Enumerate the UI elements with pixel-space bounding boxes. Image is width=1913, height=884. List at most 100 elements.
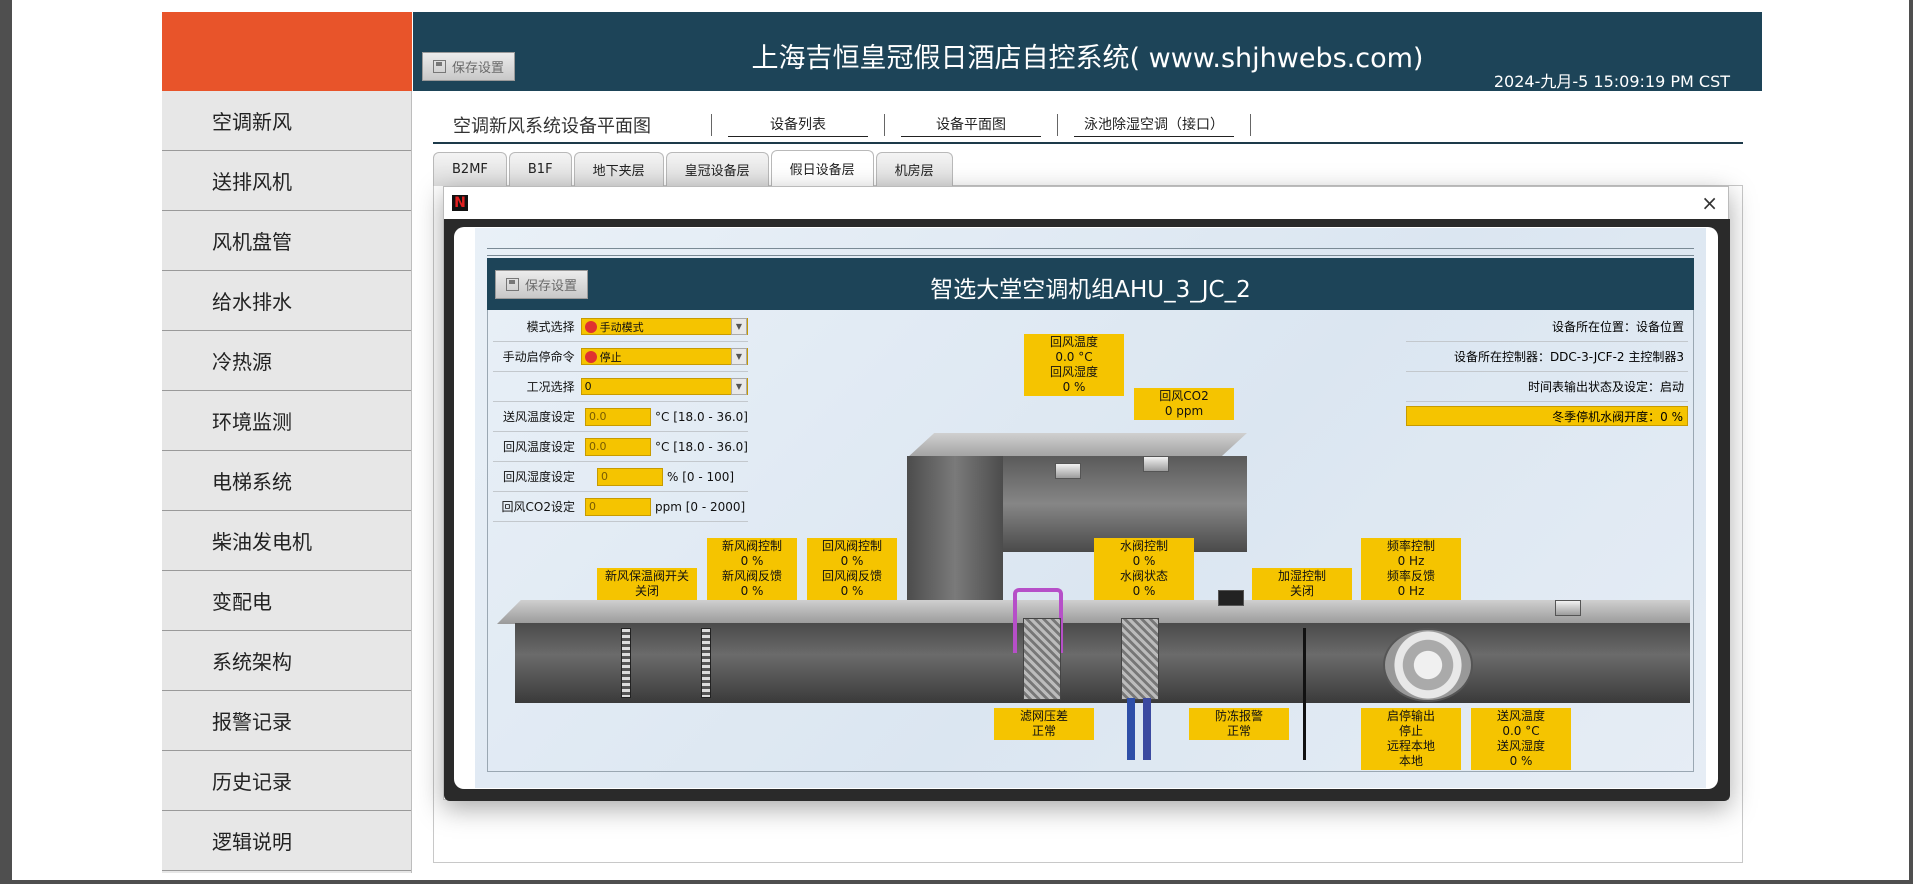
humidifier-tag: 加湿控制 关闭 xyxy=(1252,568,1352,600)
nav-separator xyxy=(1250,114,1251,136)
supply-hum-tag-value: 0 % xyxy=(1509,754,1533,768)
fresh-fb-tag-value: 0 % xyxy=(740,584,764,598)
supply-temp-tag-value: 0.0 °C xyxy=(1502,724,1540,738)
supply-temp-row: 送风温度设定 0.0 °C [18.0 - 36.0] xyxy=(493,402,748,432)
sidebar-item-cold-heat-source[interactable]: 冷热源 xyxy=(162,331,411,391)
sidebar-item-hvac[interactable]: 空调新风 xyxy=(162,91,411,151)
window-left-border xyxy=(0,0,12,884)
freq-ctrl-tag-label: 频率控制 xyxy=(1386,539,1435,553)
chevron-down-icon[interactable]: ▼ xyxy=(731,378,747,395)
floor-tabs: B2MF B1F 地下夹层 皇冠设备层 假日设备层 机房层 xyxy=(433,150,953,186)
tab-holiday-equipment-floor[interactable]: 假日设备层 xyxy=(770,150,874,186)
water-pipe-icon xyxy=(1143,698,1151,760)
filter-coil-icon xyxy=(1023,618,1061,700)
return-temp-row: 回风温度设定 0.0 °C [18.0 - 36.0] xyxy=(493,432,748,462)
return-co2-input[interactable]: 0 xyxy=(585,497,651,516)
sidebar-item-fan-coil[interactable]: 风机盘管 xyxy=(162,211,411,271)
return-hum-unit: % [0 - 100] xyxy=(667,469,735,484)
fresh-insul-tag-value: 关闭 xyxy=(634,584,659,598)
freq-fb-tag-value: 0 Hz xyxy=(1397,584,1425,598)
return-temp-unit: °C [18.0 - 36.0] xyxy=(655,439,748,454)
return-temp-tag-label: 回风温度 xyxy=(1049,335,1098,349)
main-duct-top xyxy=(497,600,1690,624)
nav-link-floor-plan[interactable]: 设备平面图 xyxy=(901,114,1041,137)
supply-air-tag: 送风温度 0.0 °C 送风湿度 0 % xyxy=(1471,708,1571,770)
return-temp-input[interactable]: 0.0 xyxy=(585,437,651,456)
ret-fb-tag-label: 回风阀反馈 xyxy=(821,569,882,583)
freeze-sensor-icon xyxy=(1218,590,1244,606)
dialog-titlebar: N × xyxy=(444,187,1728,219)
status-red-icon xyxy=(584,320,597,333)
ahu-header: 保存设置 智选大堂空调机组AHU_3_JC_2 xyxy=(487,258,1694,310)
condition-row: 工况选择 0 ▼ xyxy=(493,372,748,402)
condition-label: 工况选择 xyxy=(526,380,575,394)
return-co2-tag: 回风CO2 0 ppm xyxy=(1134,388,1234,420)
nav-link-device-list[interactable]: 设备列表 xyxy=(728,114,868,137)
supply-temp-sensor-icon xyxy=(1555,600,1581,616)
ret-ctrl-tag-label: 回风阀控制 xyxy=(821,539,882,553)
niagara-logo-icon: N xyxy=(452,195,468,211)
start-out-tag-label: 启停输出 xyxy=(1386,709,1435,723)
co2-sensor-icon xyxy=(1143,456,1169,472)
manual-cmd-dropdown[interactable]: 停止 ▼ xyxy=(580,348,748,365)
return-hum-input[interactable]: 0 xyxy=(597,467,663,486)
manual-cmd-row: 手动启停命令 停止 ▼ xyxy=(493,342,748,372)
sub-navigation: 空调新风系统设备平面图 设备列表 设备平面图 泳池除湿空调（接口） xyxy=(433,108,1743,144)
sidebar-item-logic[interactable]: 逻辑说明 xyxy=(162,811,411,871)
chevron-down-icon[interactable]: ▼ xyxy=(731,348,747,365)
remote-local-tag-label: 远程本地 xyxy=(1386,739,1435,753)
return-damper-tag: 回风阀控制 0 % 回风阀反馈 0 % xyxy=(807,538,897,600)
nav-link-pool-dehumidifier[interactable]: 泳池除湿空调（接口） xyxy=(1074,114,1234,137)
humidifier-pipe-icon xyxy=(1303,628,1306,760)
fresh-insul-tag: 新风保温阀开关 关闭 xyxy=(597,568,697,600)
mode-select-label: 模式选择 xyxy=(526,320,575,334)
freeze-tag-value: 正常 xyxy=(1226,724,1251,738)
water-state-tag-value: 0 % xyxy=(1132,584,1156,598)
dialog-frame: 保存设置 智选大堂空调机组AHU_3_JC_2 模式选择 手动模式 ▼ 手动启停… xyxy=(444,219,1730,801)
device-controller: 设备所在控制器：DDC-3-JCF-2 主控制器3 xyxy=(1406,342,1688,372)
mode-select-dropdown[interactable]: 手动模式 ▼ xyxy=(580,318,748,335)
humid-ctrl-tag-label: 加湿控制 xyxy=(1277,569,1326,583)
fresh-ctrl-tag-label: 新风阀控制 xyxy=(721,539,782,553)
ret-ctrl-tag-value: 0 % xyxy=(840,554,864,568)
manual-cmd-label: 手动启停命令 xyxy=(502,350,575,364)
tab-basement-mezzanine[interactable]: 地下夹层 xyxy=(573,152,664,186)
duct-riser-top xyxy=(907,433,1247,458)
tab-b1f[interactable]: B1F xyxy=(508,152,572,186)
mode-select-row: 模式选择 手动模式 ▼ xyxy=(493,312,748,342)
return-temp-tag: 回风温度 0.0 °C 回风湿度 0 % xyxy=(1024,334,1124,396)
frequency-tag: 频率控制 0 Hz 频率反馈 0 Hz xyxy=(1361,538,1461,600)
sidebar-item-architecture[interactable]: 系统架构 xyxy=(162,631,411,691)
return-air-damper-icon xyxy=(701,628,711,698)
tab-machine-room-floor[interactable]: 机房层 xyxy=(875,152,953,186)
sidebar-item-power-distribution[interactable]: 变配电 xyxy=(162,571,411,631)
sidebar-item-alarm-log[interactable]: 报警记录 xyxy=(162,691,411,751)
chevron-down-icon[interactable]: ▼ xyxy=(731,318,747,335)
remote-local-tag-value: 本地 xyxy=(1398,754,1423,768)
sidebar-item-diesel-generator[interactable]: 柴油发电机 xyxy=(162,511,411,571)
filter-dp-tag-value: 正常 xyxy=(1031,724,1056,738)
winter-valve-opening: 冬季停机水阀开度：0 % xyxy=(1406,406,1688,426)
sidebar-item-history[interactable]: 历史记录 xyxy=(162,751,411,811)
window-right-border xyxy=(1909,0,1913,884)
sidebar-item-water[interactable]: 给水排水 xyxy=(162,271,411,331)
supply-temp-tag-label: 送风温度 xyxy=(1496,709,1545,723)
condition-dropdown[interactable]: 0 ▼ xyxy=(580,378,748,395)
sidebar-item-environment[interactable]: 环境监测 xyxy=(162,391,411,451)
device-location: 设备所在位置：设备位置 xyxy=(1406,312,1688,342)
tab-crown-equipment-floor[interactable]: 皇冠设备层 xyxy=(665,152,769,186)
return-hum-tag-value: 0 % xyxy=(1062,380,1086,394)
close-icon[interactable]: × xyxy=(1701,191,1718,215)
manual-cmd-value: 停止 xyxy=(599,350,622,364)
supply-temp-input[interactable]: 0.0 xyxy=(585,407,651,426)
tab-b2mf[interactable]: B2MF xyxy=(433,152,507,186)
water-valve-tag: 水阀控制 0 % 水阀状态 0 % xyxy=(1094,538,1194,600)
condition-value: 0 xyxy=(584,380,592,393)
sidebar-item-supply-exhaust-fan[interactable]: 送排风机 xyxy=(162,151,411,211)
return-co2-label: 回风CO2设定 xyxy=(501,500,575,514)
mode-select-value: 手动模式 xyxy=(599,320,644,334)
return-co2-unit: ppm [0 - 2000] xyxy=(655,499,746,514)
return-hum-label: 回风湿度设定 xyxy=(502,470,575,484)
water-ctrl-tag-value: 0 % xyxy=(1132,554,1156,568)
sidebar-item-elevator[interactable]: 电梯系统 xyxy=(162,451,411,511)
